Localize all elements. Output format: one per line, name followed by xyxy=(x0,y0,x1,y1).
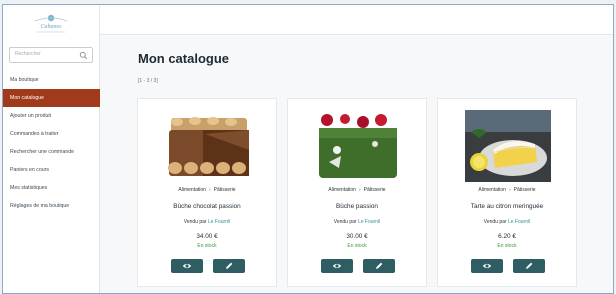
main-content: Mon catalogue [1 - 3 / 3] Alimentation ›… xyxy=(100,5,613,293)
pencil-icon xyxy=(526,262,533,269)
seller-link[interactable]: Le Fournil xyxy=(358,219,380,225)
view-button[interactable] xyxy=(171,259,203,273)
breadcrumb-category[interactable]: Alimentation xyxy=(478,187,506,193)
sidebar-item-ma-boutique[interactable]: Ma boutique xyxy=(3,71,100,89)
stock-status: En stock xyxy=(497,243,517,249)
chevron-right-icon: › xyxy=(508,187,511,193)
chevron-right-icon: › xyxy=(208,187,211,193)
app-window: Cabanes Rechercher Ma boutique Mon catal… xyxy=(2,4,614,294)
logo-text: Cabanes xyxy=(41,24,63,30)
sidebar-item-rechercher-commande[interactable]: Rechercher une commande xyxy=(3,143,100,161)
edit-button[interactable] xyxy=(513,259,545,273)
seller-line: Vendu par Le Fournil xyxy=(288,219,426,225)
seller-line: Vendu par Le Fournil xyxy=(438,219,576,225)
breadcrumb-category[interactable]: Alimentation xyxy=(178,187,206,193)
pencil-icon xyxy=(376,262,383,269)
edit-button[interactable] xyxy=(363,259,395,273)
breadcrumb-subcategory[interactable]: Pâtisserie xyxy=(514,187,536,193)
sidebar-item-mon-catalogue[interactable]: Mon catalogue xyxy=(3,89,100,107)
top-bar xyxy=(100,5,613,35)
sold-by-label: Vendu par xyxy=(483,219,507,225)
product-price: 34.00 € xyxy=(196,233,218,240)
search-placeholder: Rechercher xyxy=(15,51,41,57)
sidebar-item-reglages-boutique[interactable]: Réglages de ma boutique xyxy=(3,197,100,215)
seller-line: Vendu par Le Fournil xyxy=(138,219,276,225)
sidebar-item-paniers-en-cours[interactable]: Paniers en cours xyxy=(3,161,100,179)
sidebar-item-ajouter-produit[interactable]: Ajouter un produit xyxy=(3,107,100,125)
view-button[interactable] xyxy=(321,259,353,273)
search-field[interactable]: Rechercher xyxy=(9,47,93,63)
product-image[interactable] xyxy=(165,110,251,182)
breadcrumb: Alimentation › Pâtisserie xyxy=(438,187,576,193)
brand-logo[interactable]: Cabanes xyxy=(25,11,77,39)
product-name[interactable]: Bûche chocolat passion xyxy=(138,203,276,210)
chevron-right-icon: › xyxy=(358,187,361,193)
sidebar-nav: Ma boutique Mon catalogue Ajouter un pro… xyxy=(3,71,100,215)
product-image[interactable] xyxy=(315,110,401,182)
product-price: 30.00 € xyxy=(346,233,368,240)
product-image[interactable] xyxy=(465,110,551,182)
edit-button[interactable] xyxy=(213,259,245,273)
sidebar: Cabanes Rechercher Ma boutique Mon catal… xyxy=(3,5,100,293)
eye-icon xyxy=(482,263,492,269)
product-card: Alimentation › Pâtisserie Bûche passion Ve… xyxy=(287,98,427,287)
product-card: Alimentation › Pâtisserie Tarte au citron … xyxy=(437,98,577,287)
breadcrumb: Alimentation › Pâtisserie xyxy=(138,187,276,193)
sold-by-label: Vendu par xyxy=(183,219,207,225)
breadcrumb-subcategory[interactable]: Pâtisserie xyxy=(364,187,386,193)
sidebar-item-commandes-a-traiter[interactable]: Commandes à traiter xyxy=(3,125,100,143)
seller-link[interactable]: Le Fournil xyxy=(508,219,530,225)
stock-status: En stock xyxy=(197,243,217,249)
product-card: Alimentation › Pâtisserie Bûche chocolat p… xyxy=(137,98,277,287)
breadcrumb: Alimentation › Pâtisserie xyxy=(288,187,426,193)
stock-status: En stock xyxy=(347,243,367,249)
pagination-range: [1 - 3 / 3] xyxy=(138,78,158,84)
view-button[interactable] xyxy=(471,259,503,273)
search-icon[interactable] xyxy=(79,51,88,60)
breadcrumb-subcategory[interactable]: Pâtisserie xyxy=(214,187,236,193)
page-title: Mon catalogue xyxy=(138,51,230,66)
breadcrumb-category[interactable]: Alimentation xyxy=(328,187,356,193)
seller-link[interactable]: Le Fournil xyxy=(208,219,230,225)
sold-by-label: Vendu par xyxy=(333,219,357,225)
sidebar-item-mes-statistiques[interactable]: Mes statistiques xyxy=(3,179,100,197)
product-name[interactable]: Tarte au citron meringuée xyxy=(438,203,576,210)
eye-icon xyxy=(182,263,192,269)
pencil-icon xyxy=(226,262,233,269)
product-price: 6.20 € xyxy=(498,233,516,240)
product-name[interactable]: Bûche passion xyxy=(288,203,426,210)
eye-icon xyxy=(332,263,342,269)
